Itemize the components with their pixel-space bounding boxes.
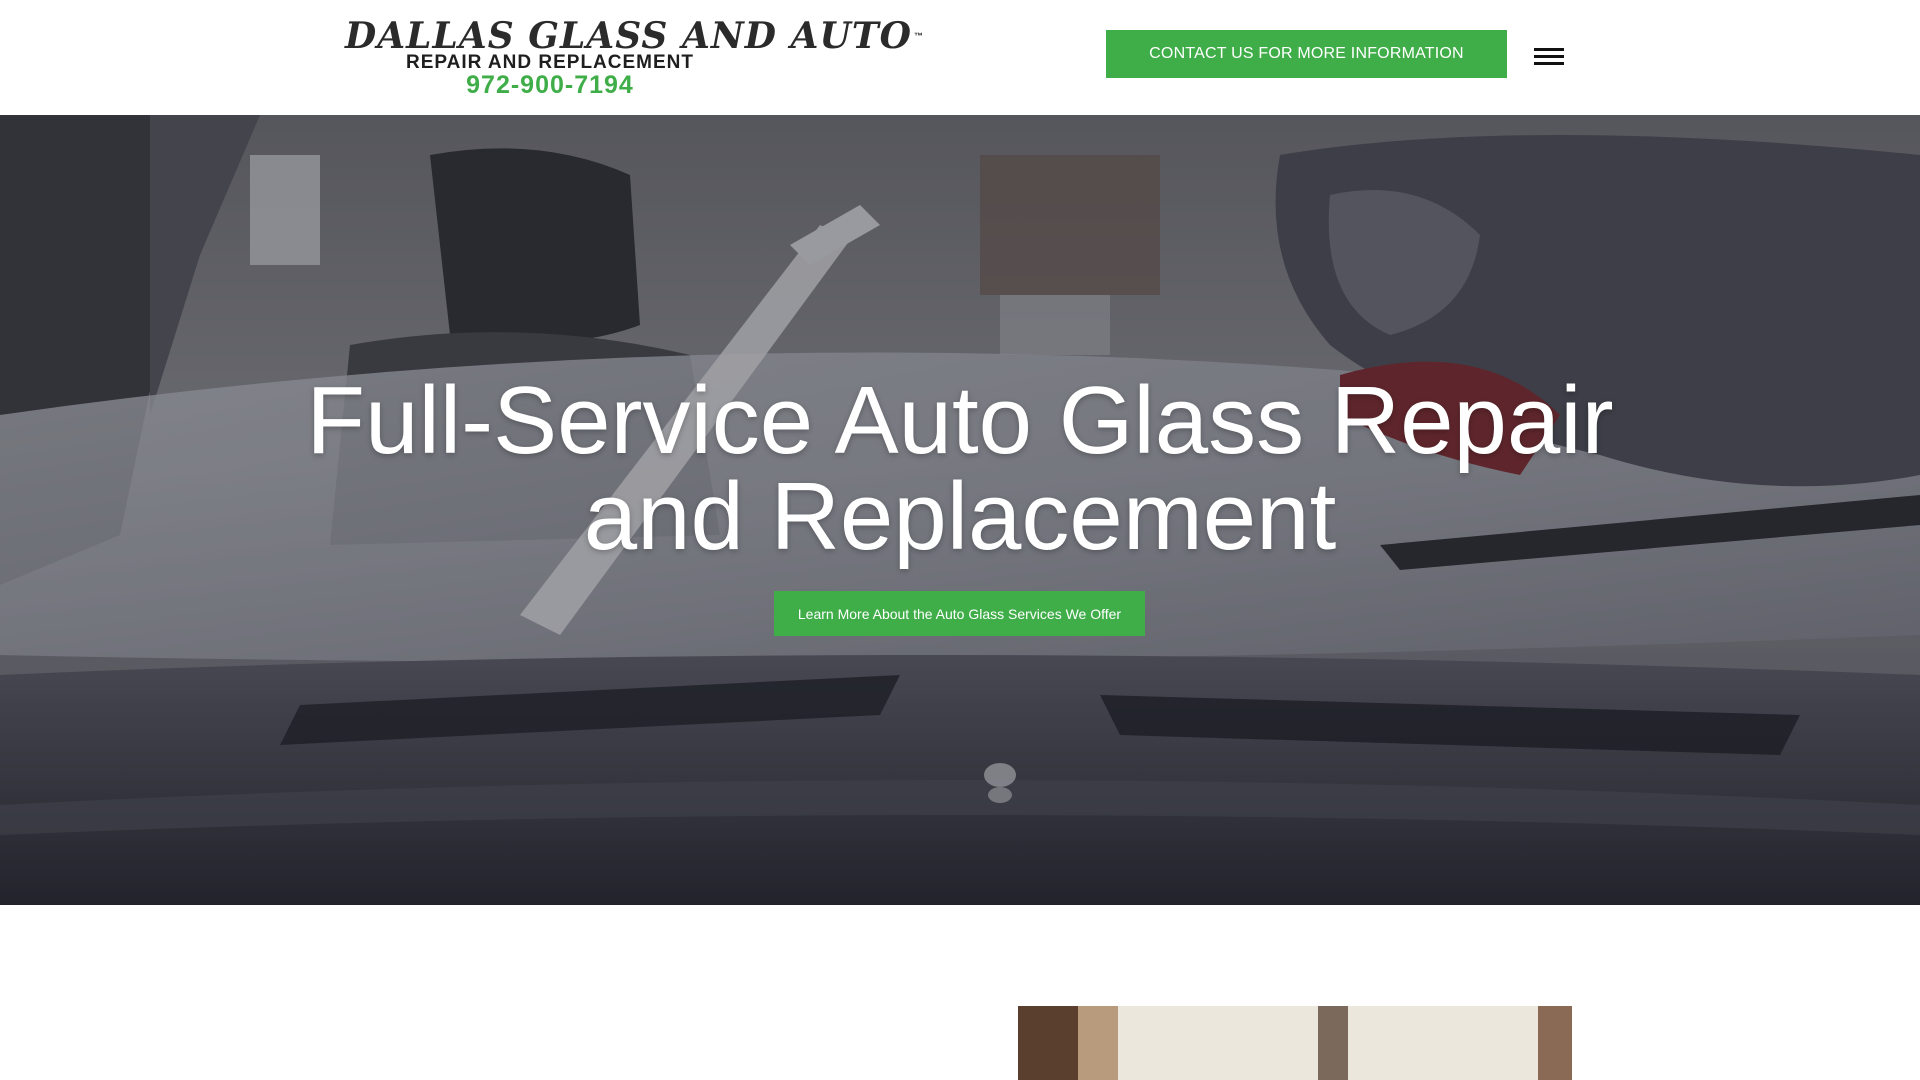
hamburger-menu-icon[interactable] bbox=[1534, 45, 1564, 67]
hamburger-line bbox=[1534, 48, 1564, 51]
hero-title: Full-Service Auto Glass Repair and Repla… bbox=[260, 373, 1660, 565]
learn-more-services-button[interactable]: Learn More About the Auto Glass Services… bbox=[774, 591, 1145, 636]
hamburger-line bbox=[1534, 62, 1564, 65]
hamburger-line bbox=[1534, 55, 1564, 58]
logo-business-name: DALLAS GLASS AND AUTO ™ bbox=[345, 15, 925, 57]
hero-title-line-2: and Replacement bbox=[583, 463, 1337, 570]
hero-section: Full-Service Auto Glass Repair and Repla… bbox=[0, 115, 1920, 905]
content-photo bbox=[1018, 1006, 1572, 1080]
hero-title-line-1: Full-Service Auto Glass Repair bbox=[306, 367, 1614, 474]
logo-phone-number[interactable]: 972-900-7194 bbox=[345, 72, 755, 98]
logo-tagline: REPAIR AND REPLACEMENT bbox=[405, 52, 694, 73]
logo-trademark: ™ bbox=[914, 31, 925, 41]
site-header: DALLAS GLASS AND AUTO ™ REPAIR AND REPLAC… bbox=[0, 0, 1920, 115]
contact-button[interactable]: CONTACT US FOR MORE INFORMATION bbox=[1106, 30, 1507, 78]
site-logo[interactable]: DALLAS GLASS AND AUTO ™ REPAIR AND REPLAC… bbox=[345, 15, 925, 98]
content-section-image bbox=[1018, 1006, 1572, 1080]
